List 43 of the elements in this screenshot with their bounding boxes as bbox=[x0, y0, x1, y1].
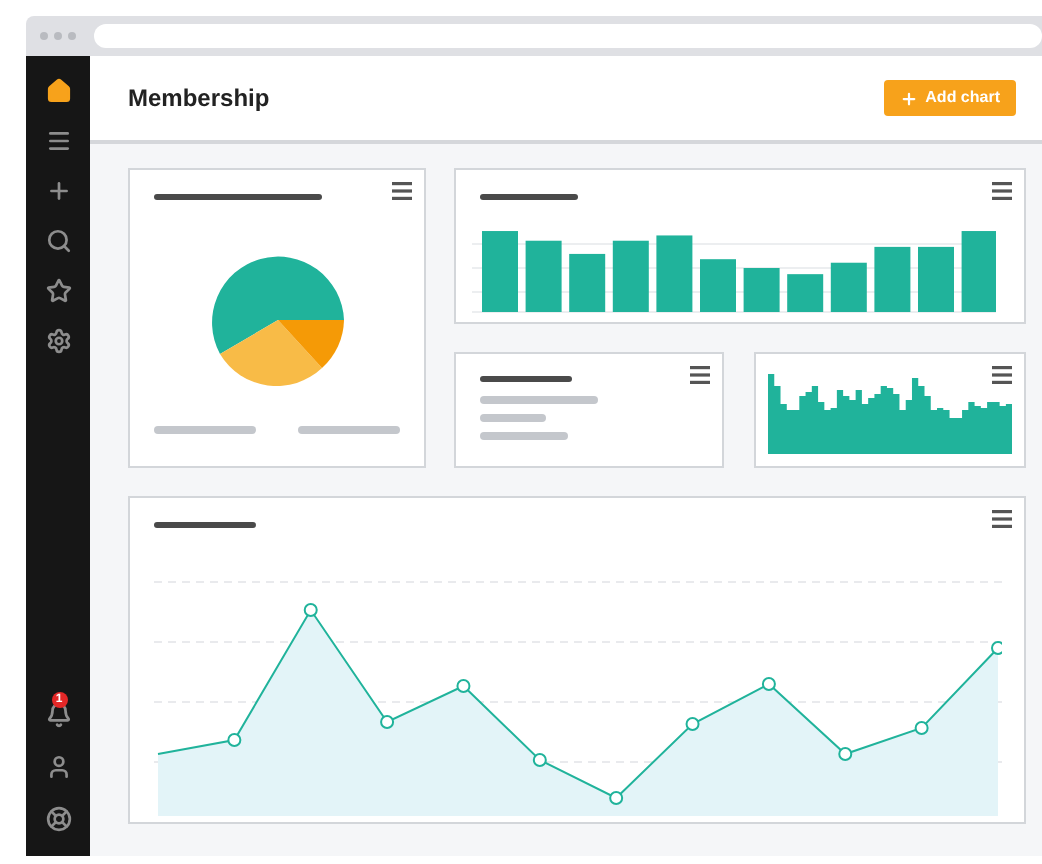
data-point bbox=[991, 641, 1002, 655]
plus-icon bbox=[899, 89, 918, 107]
menu-icon[interactable] bbox=[45, 128, 71, 154]
chart-bar bbox=[700, 259, 736, 312]
data-point bbox=[380, 715, 395, 729]
menu-icon[interactable] bbox=[992, 366, 1012, 384]
chart-bar bbox=[569, 253, 606, 312]
user-icon[interactable] bbox=[45, 754, 71, 780]
chart-bar bbox=[743, 268, 780, 312]
title-placeholder bbox=[154, 522, 256, 528]
menu-icon[interactable] bbox=[992, 182, 1012, 200]
chart-bar bbox=[961, 231, 996, 312]
menu-icon[interactable] bbox=[392, 182, 412, 200]
data-point bbox=[685, 717, 700, 731]
home-icon[interactable] bbox=[45, 78, 71, 104]
data-point bbox=[838, 747, 853, 761]
chart-bar bbox=[525, 240, 562, 312]
lifebuoy-icon[interactable] bbox=[45, 806, 71, 832]
bell-icon[interactable] bbox=[45, 702, 71, 728]
data-point bbox=[914, 721, 929, 735]
chart-bar bbox=[918, 246, 954, 312]
star-icon[interactable] bbox=[45, 278, 71, 304]
data-point bbox=[303, 603, 318, 617]
chart-bar bbox=[656, 235, 693, 312]
data-point bbox=[609, 791, 624, 805]
title-placeholder bbox=[480, 194, 578, 200]
page-title: Membership bbox=[128, 82, 270, 116]
settings-icon[interactable] bbox=[45, 328, 71, 354]
data-point bbox=[761, 677, 776, 691]
chart-bar bbox=[612, 240, 649, 312]
chart-bar bbox=[830, 262, 867, 312]
menu-icon[interactable] bbox=[690, 366, 710, 384]
chart-bar bbox=[874, 246, 911, 312]
add-chart-button[interactable]: Add chart bbox=[883, 80, 1016, 116]
data-point bbox=[456, 679, 471, 693]
chart-bar bbox=[787, 274, 824, 312]
search-icon[interactable] bbox=[45, 228, 71, 254]
data-point bbox=[532, 753, 547, 767]
chart-bar bbox=[482, 231, 518, 312]
title-placeholder bbox=[480, 376, 572, 382]
plus-icon[interactable] bbox=[45, 178, 71, 204]
menu-icon[interactable] bbox=[992, 510, 1012, 528]
data-point bbox=[227, 733, 242, 747]
